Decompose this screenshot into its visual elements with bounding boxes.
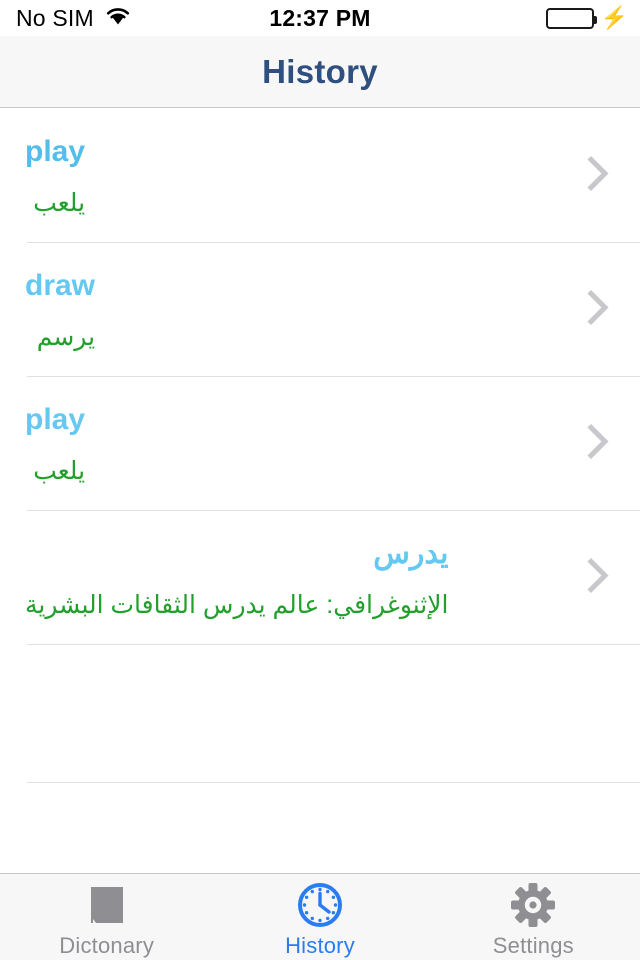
list-item-text: يدرس الإثنوغرافي: عالم يدرس الثقافات الب… xyxy=(0,536,449,619)
chevron-right-icon[interactable] xyxy=(586,423,612,466)
tab-label: Settings xyxy=(492,933,574,958)
clock-label: 12:37 PM xyxy=(269,4,371,31)
status-bar-right: ⚡ xyxy=(545,5,628,30)
list-item-translation: يلعب xyxy=(33,456,86,485)
tab-label: History xyxy=(285,933,355,958)
list-item[interactable]: play يلعب xyxy=(0,109,640,243)
list-item-translation: الإثنوغرافي: عالم يدرس الثقافات البشرية xyxy=(25,590,449,619)
tab-bar[interactable]: Dictonary History Settings xyxy=(0,873,640,960)
status-bar: No SIM 12:37 PM ⚡ xyxy=(0,0,640,36)
chevron-right-icon[interactable] xyxy=(586,289,612,332)
list-item-term: play xyxy=(25,402,86,436)
list-item-text: draw يرسم xyxy=(0,268,96,351)
app-screen: No SIM 12:37 PM ⚡ History play يلعب draw… xyxy=(0,0,640,960)
list-item[interactable]: يدرس الإثنوغرافي: عالم يدرس الثقافات الب… xyxy=(0,511,640,645)
list-item-translation: يلعب xyxy=(33,188,86,217)
list-item-translation: يرسم xyxy=(36,322,96,351)
empty-list-row xyxy=(0,645,640,783)
list-item-text: play يلعب xyxy=(0,402,86,485)
list-item-term: draw xyxy=(25,268,96,302)
book-icon xyxy=(84,881,130,929)
list-item-term: play xyxy=(25,134,86,168)
gear-icon xyxy=(509,881,557,929)
clock-icon xyxy=(296,881,344,929)
history-list[interactable]: play يلعب draw يرسم play يلعب يدرس الإثن… xyxy=(0,109,640,873)
lightning-bolt-icon: ⚡ xyxy=(600,5,628,30)
list-item-term: يدرس xyxy=(373,536,449,570)
battery-icon xyxy=(545,7,597,29)
page-title: History xyxy=(262,52,378,90)
list-tail-space xyxy=(0,783,640,873)
tab-history[interactable]: History xyxy=(213,874,426,960)
tab-settings[interactable]: Settings xyxy=(427,874,640,960)
list-item[interactable]: play يلعب xyxy=(0,377,640,511)
tab-dictionary[interactable]: Dictonary xyxy=(0,874,213,960)
chevron-right-icon[interactable] xyxy=(586,557,612,600)
list-item[interactable]: draw يرسم xyxy=(0,243,640,377)
tab-label: Dictonary xyxy=(59,933,155,958)
navigation-bar: History xyxy=(0,36,640,108)
chevron-right-icon[interactable] xyxy=(586,155,612,198)
list-item-text: play يلعب xyxy=(0,134,86,217)
